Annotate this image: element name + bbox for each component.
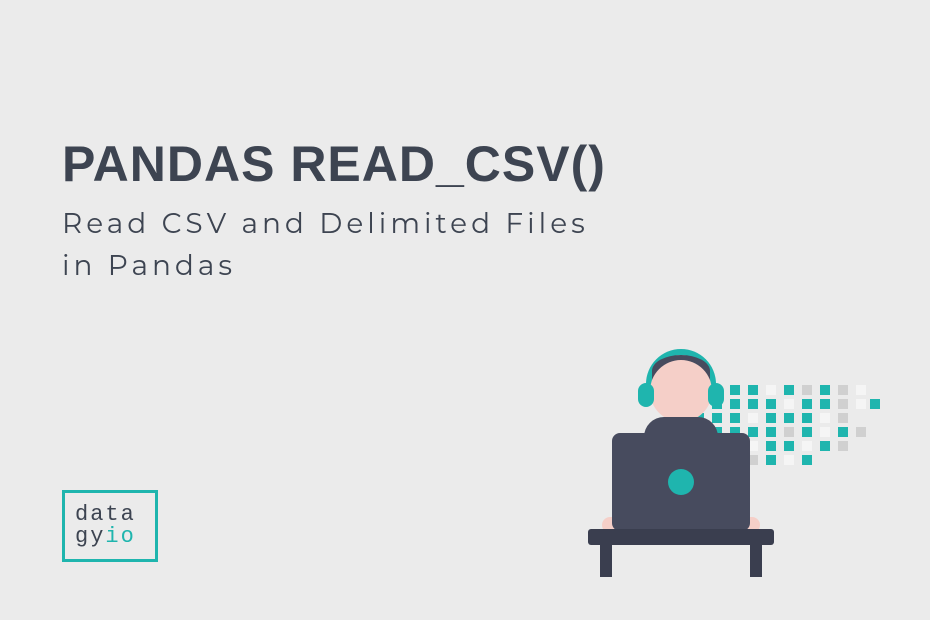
desk-top xyxy=(588,529,774,545)
laptop-logo-dot xyxy=(668,469,694,495)
subtitle-line-2: in Pandas xyxy=(62,245,589,287)
headphone-left xyxy=(638,383,654,407)
page-subtitle: Read CSV and Delimited Files in Pandas xyxy=(62,203,589,287)
desk-leg-right xyxy=(750,543,762,577)
logo-text-line1: data xyxy=(75,504,155,526)
person-head xyxy=(650,360,712,422)
page-title: PANDAS READ_CSV() xyxy=(62,135,606,193)
logo-text-line2: gyio xyxy=(75,526,155,548)
datagy-logo: data gyio xyxy=(62,490,158,562)
developer-illustration xyxy=(540,345,880,585)
subtitle-line-1: Read CSV and Delimited Files xyxy=(62,203,589,245)
headphone-right xyxy=(708,383,724,407)
desk-leg-left xyxy=(600,543,612,577)
